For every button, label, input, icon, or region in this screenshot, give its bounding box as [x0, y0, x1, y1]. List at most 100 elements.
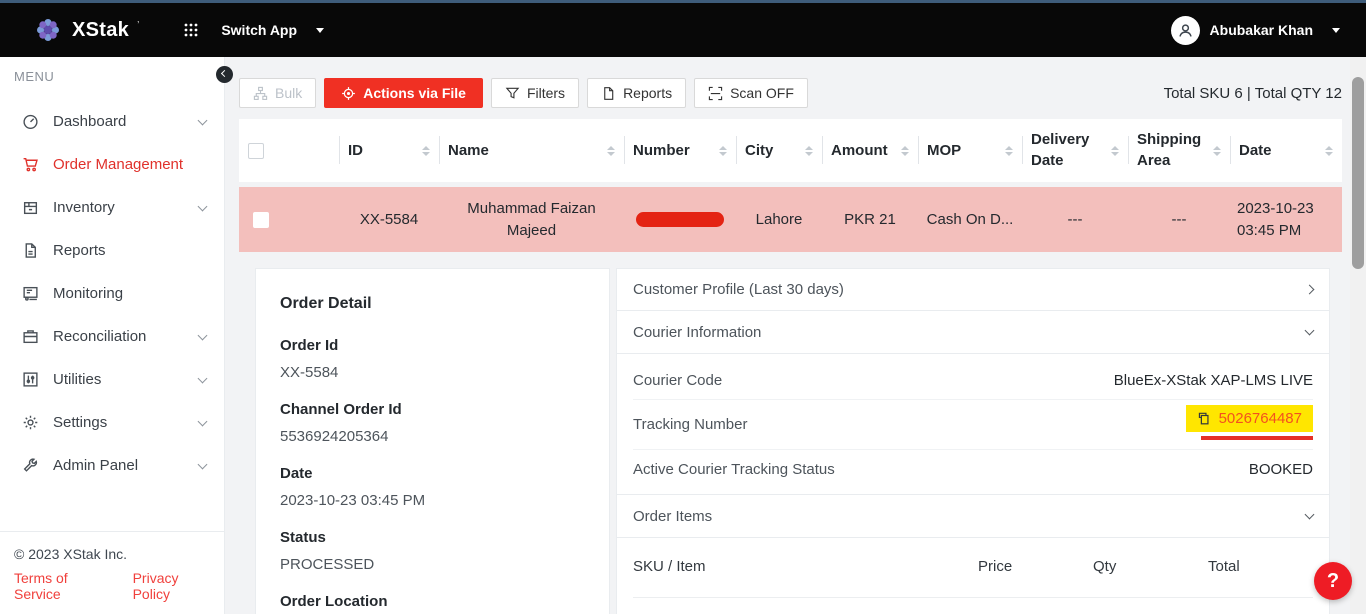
briefcase-icon [22, 328, 39, 345]
sidebar-item-dashboard[interactable]: Dashboard [0, 100, 224, 143]
field-label: Order Id [280, 337, 585, 354]
app-grid-icon[interactable] [183, 22, 199, 38]
bulk-button[interactable]: Bulk [239, 78, 316, 108]
cell-customer-name: Muhammad Faizan Majeed [439, 187, 624, 252]
sidebar-item-monitoring[interactable]: Monitoring [0, 272, 224, 315]
top-navbar: XStak ’ Switch App Abubakar Khan [0, 3, 1366, 57]
tracking-number-value[interactable]: 5026764487 [1219, 410, 1302, 427]
sort-icon[interactable] [422, 146, 430, 156]
chevron-down-icon [198, 373, 208, 383]
sidebar-item-admin-panel[interactable]: Admin Panel [0, 444, 224, 487]
field-label: Date [280, 465, 585, 482]
cell-number [624, 187, 736, 252]
sidebar-item-settings[interactable]: Settings [0, 401, 224, 444]
cart-icon [22, 156, 39, 173]
redacted-phone-number [636, 212, 724, 227]
column-header-id[interactable]: ID [339, 119, 439, 182]
terms-of-service-link[interactable]: Terms of Service [14, 570, 107, 602]
sliders-icon [22, 371, 39, 388]
copy-icon[interactable] [1197, 412, 1211, 426]
order-detail-title: Order Detail [280, 295, 585, 313]
gauge-icon [22, 113, 39, 130]
column-header-mop[interactable]: MOP [918, 119, 1022, 182]
red-underline-annotation [1201, 436, 1313, 440]
order-info-panel: Customer Profile (Last 30 days) Courier … [616, 268, 1330, 614]
cell-date: 2023-10-23 03:45 PM [1230, 187, 1342, 252]
vertical-scrollbar[interactable] [1350, 57, 1366, 614]
sort-icon[interactable] [901, 146, 909, 156]
column-header-amount[interactable]: Amount [822, 119, 918, 182]
file-icon [22, 242, 39, 259]
toolbar: Bulk Actions via File Filters Reports Sc… [239, 78, 1342, 108]
menu-label: MENU [0, 57, 224, 84]
avatar [1171, 16, 1200, 45]
wrench-icon [22, 457, 39, 474]
chevron-down-icon [1305, 326, 1315, 336]
sort-icon[interactable] [607, 146, 615, 156]
switch-app-menu[interactable]: Switch App [221, 22, 297, 38]
target-icon [341, 86, 356, 101]
field-label: Status [280, 529, 585, 546]
brand-trademark: ’ [137, 20, 139, 31]
orders-table-header: ID Name Number City Amount MOP Delivery … [239, 119, 1342, 182]
user-menu[interactable]: Abubakar Khan [1171, 16, 1340, 45]
help-button[interactable]: ? [1314, 562, 1352, 600]
column-header-name[interactable]: Name [439, 119, 624, 182]
funnel-icon [505, 86, 520, 101]
sidebar-collapse-button[interactable] [216, 66, 233, 83]
column-header-delivery-date[interactable]: Delivery Date [1022, 119, 1128, 182]
chevron-down-icon [198, 459, 208, 469]
reports-button[interactable]: Reports [587, 78, 686, 108]
sort-icon[interactable] [1325, 146, 1333, 156]
order-items-accordion[interactable]: Order Items [616, 495, 1330, 538]
actions-via-file-button[interactable]: Actions via File [324, 78, 483, 108]
field-value: 5536924205364 [280, 428, 585, 445]
header-select-all [239, 119, 283, 182]
sitemap-icon [253, 86, 268, 101]
sidebar-item-order-management[interactable]: Order Management [0, 143, 224, 186]
filters-button[interactable]: Filters [491, 78, 579, 108]
sidebar-item-utilities[interactable]: Utilities [0, 358, 224, 401]
cell-amount: PKR 21 [822, 187, 918, 252]
table-row[interactable]: XX-5584 Muhammad Faizan Majeed Lahore PK… [239, 187, 1342, 252]
chevron-right-icon [1305, 285, 1315, 295]
scan-icon [708, 86, 723, 101]
chevron-down-icon [198, 115, 208, 125]
column-header-city[interactable]: City [736, 119, 822, 182]
cell-order-id: XX-5584 [339, 187, 439, 252]
row-checkbox[interactable] [253, 212, 269, 228]
chevron-down-icon [198, 416, 208, 426]
tracking-number-highlight[interactable]: 5026764487 [1186, 405, 1313, 432]
field-value: PROCESSED [280, 556, 585, 573]
customer-profile-accordion[interactable]: Customer Profile (Last 30 days) [616, 268, 1330, 311]
select-all-checkbox[interactable] [248, 143, 264, 159]
order-item-row: 1 Aagosh - L PKR 20 1 PKR 20 [633, 598, 1313, 614]
sort-icon[interactable] [1111, 146, 1119, 156]
sidebar-item-reports[interactable]: Reports [0, 229, 224, 272]
sort-icon[interactable] [805, 146, 813, 156]
tracking-number-label: Tracking Number [633, 416, 747, 433]
privacy-policy-link[interactable]: Privacy Policy [133, 570, 210, 602]
courier-code-label: Courier Code [633, 372, 722, 389]
header-actions [283, 119, 339, 182]
gear-icon [22, 414, 39, 431]
column-header-number[interactable]: Number [624, 119, 736, 182]
column-header-shipping-area[interactable]: Shipping Area [1128, 119, 1230, 182]
field-value: XX-5584 [280, 364, 585, 381]
sidebar-item-inventory[interactable]: Inventory [0, 186, 224, 229]
person-icon [1177, 22, 1194, 39]
sort-icon[interactable] [1005, 146, 1013, 156]
courier-information-accordion[interactable]: Courier Information [616, 311, 1330, 354]
field-value: 2023-10-23 03:45 PM [280, 492, 585, 509]
sidebar-item-reconciliation[interactable]: Reconciliation [0, 315, 224, 358]
cabinet-icon [22, 199, 39, 216]
copyright-text: © 2023 XStak Inc. [14, 546, 210, 562]
scrollbar-thumb[interactable] [1352, 77, 1364, 269]
sort-icon[interactable] [1213, 146, 1221, 156]
tracking-status-value: BOOKED [1249, 461, 1313, 478]
sort-icon[interactable] [719, 146, 727, 156]
cell-city: Lahore [736, 187, 822, 252]
column-header-date[interactable]: Date [1230, 119, 1342, 182]
cell-shipping-area: --- [1128, 187, 1230, 252]
scan-toggle-button[interactable]: Scan OFF [694, 78, 808, 108]
